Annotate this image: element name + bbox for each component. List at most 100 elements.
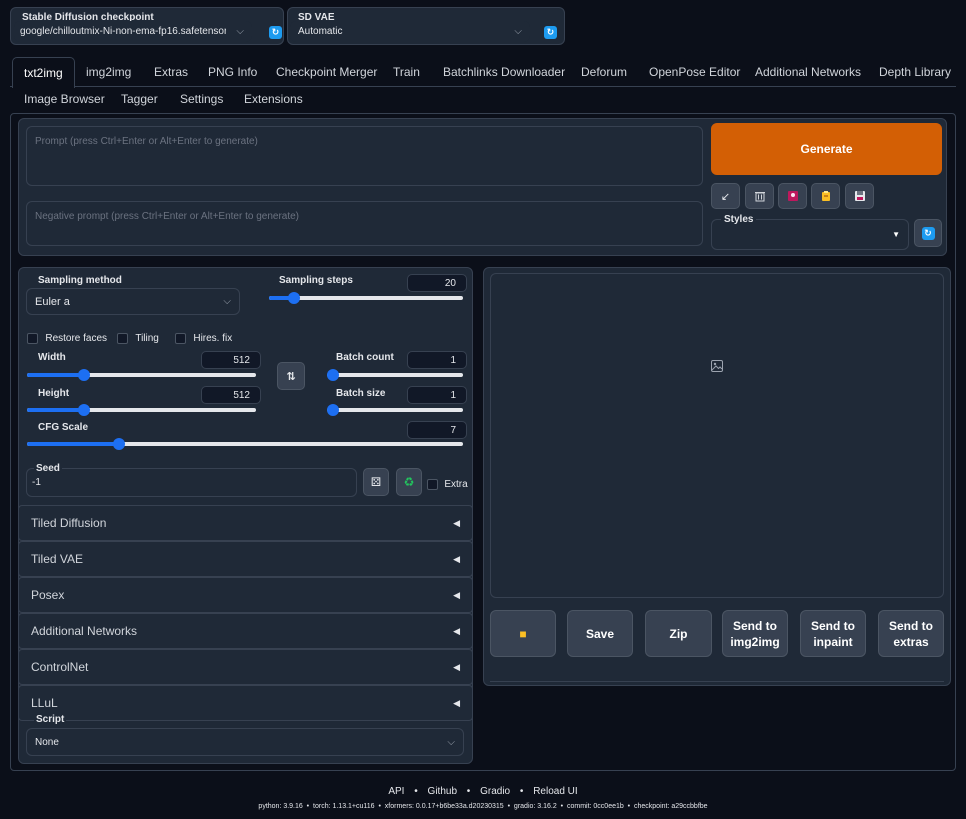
send-to-extras-button[interactable]: Send to extras <box>878 610 944 657</box>
sampling-method-dropdown[interactable]: Euler a ⌵ <box>26 288 240 315</box>
tab-img2img[interactable]: img2img <box>86 65 131 79</box>
hires-fix-checkbox[interactable]: Hires. fix <box>175 331 232 345</box>
seed-label: Seed <box>34 463 62 474</box>
seed-value: -1 <box>32 477 41 488</box>
prompt-input[interactable]: Prompt (press Ctrl+Enter or Alt+Enter to… <box>26 126 703 186</box>
width-slider[interactable] <box>27 369 256 381</box>
script-dropdown[interactable]: None ⌵ <box>26 728 464 756</box>
batch-size-input[interactable]: 1 <box>407 386 467 404</box>
extra-seed-box <box>427 479 438 491</box>
refresh-styles-button[interactable]: ↻ <box>914 219 942 247</box>
send-to-img2img-line1: Send to <box>733 618 777 633</box>
footer-link-api[interactable]: API <box>388 786 404 797</box>
tiling-checkbox[interactable]: Tiling <box>117 331 159 345</box>
accordion-label: Tiled Diffusion <box>31 516 107 530</box>
send-to-extras-line1: Send to <box>889 618 933 633</box>
accordion-label: Additional Networks <box>31 624 138 638</box>
batch-count-slider[interactable] <box>327 369 463 381</box>
footer-link-reload-ui[interactable]: Reload UI <box>533 786 577 797</box>
cfg-scale-input[interactable]: 7 <box>407 421 467 439</box>
footer-link-gradio[interactable]: Gradio <box>480 786 510 797</box>
tab-checkpoint-merger[interactable]: Checkpoint Merger <box>276 65 377 79</box>
random-seed-button[interactable]: ⚄ <box>363 468 389 496</box>
refresh-checkpoint-icon[interactable]: ↻ <box>269 26 282 39</box>
save-button[interactable]: Save <box>567 610 633 657</box>
accordion-label: Tiled VAE <box>31 552 84 566</box>
checkpoint-dropdown[interactable]: google/chilloutmix-Ni-non-ema-fp16.safet… <box>14 21 252 42</box>
accordion-tiled-diffusion[interactable]: Tiled Diffusion ◀ <box>18 505 473 541</box>
accordion-controlnet[interactable]: ControlNet ◀ <box>18 649 473 685</box>
refresh-vae-icon[interactable]: ↻ <box>544 26 557 39</box>
tab-depth-library[interactable]: Depth Library <box>879 65 951 79</box>
sampling-method-label: Sampling method <box>38 275 122 286</box>
footer-separator: • <box>519 786 524 797</box>
vae-dropdown[interactable]: Automatic ⌵ <box>290 21 530 42</box>
tab-bar-line <box>10 86 956 87</box>
tab-txt2img[interactable]: txt2img <box>12 57 75 88</box>
sampling-steps-input[interactable]: 20 <box>407 274 467 292</box>
accordion-llul[interactable]: LLuL ◀ <box>18 685 473 721</box>
zip-button[interactable]: Zip <box>645 610 712 657</box>
tab-image-browser[interactable]: Image Browser <box>24 92 105 106</box>
accordion-additional-networks[interactable]: Additional Networks ◀ <box>18 613 473 649</box>
arrow-icon: ↙ <box>720 190 731 203</box>
tab-tagger[interactable]: Tagger <box>121 92 158 106</box>
tiling-box <box>117 333 128 345</box>
tab-extensions[interactable]: Extensions <box>244 92 303 106</box>
tab-batchlinks-downloader[interactable]: Batchlinks Downloader <box>443 65 565 79</box>
clipboard-icon <box>821 191 830 201</box>
extra-seed-checkbox[interactable]: Extra <box>427 477 468 491</box>
batch-size-slider[interactable] <box>327 404 463 416</box>
chevron-down-icon: ⌵ <box>236 26 244 37</box>
chevron-down-icon: ⌵ <box>514 26 522 37</box>
extra-networks-button[interactable] <box>778 183 807 209</box>
open-folder-button[interactable]: ■ <box>490 610 556 657</box>
folder-icon: ■ <box>519 626 527 641</box>
negative-prompt-input[interactable]: Negative prompt (press Ctrl+Enter or Alt… <box>26 201 703 246</box>
footer-link-github[interactable]: Github <box>428 786 457 797</box>
tab-extras[interactable]: Extras <box>154 65 188 79</box>
swap-dimensions-button[interactable]: ⇅ <box>277 362 305 390</box>
accordion-posex[interactable]: Posex ◀ <box>18 577 473 613</box>
tab-train[interactable]: Train <box>393 65 420 79</box>
image-placeholder-icon <box>711 360 723 372</box>
restore-faces-checkbox[interactable]: Restore faces <box>27 331 107 345</box>
triangle-left-icon: ◀ <box>453 661 460 672</box>
sampling-steps-slider[interactable] <box>269 292 463 304</box>
triangle-down-icon: ▼ <box>892 230 900 239</box>
cfg-scale-slider[interactable] <box>27 438 463 450</box>
tab-png-info[interactable]: PNG Info <box>208 65 257 79</box>
sampling-steps-label: Sampling steps <box>279 275 353 286</box>
output-info-divider <box>490 681 944 682</box>
reuse-seed-button[interactable]: ♻ <box>396 468 422 496</box>
script-label: Script <box>34 714 67 725</box>
generate-button[interactable]: Generate <box>711 123 942 175</box>
triangle-left-icon: ◀ <box>453 589 460 600</box>
picture-card-icon <box>787 191 798 201</box>
apply-style-button[interactable] <box>811 183 840 209</box>
tab-openpose-editor[interactable]: OpenPose Editor <box>649 65 740 79</box>
output-gallery[interactable] <box>490 273 944 598</box>
tab-deforum[interactable]: Deforum <box>581 65 627 79</box>
seed-input[interactable]: -1 <box>26 468 357 497</box>
save-style-button[interactable] <box>845 183 874 209</box>
accordion-tiled-vae[interactable]: Tiled VAE ◀ <box>18 541 473 577</box>
clear-prompt-button[interactable] <box>745 183 774 209</box>
batch-count-input[interactable]: 1 <box>407 351 467 369</box>
tab-settings[interactable]: Settings <box>180 92 223 106</box>
send-to-inpaint-line1: Send to <box>811 618 855 633</box>
trash-icon <box>754 192 765 202</box>
dice-icon: ⚄ <box>370 475 382 489</box>
height-input[interactable]: 512 <box>201 386 261 404</box>
styles-label: Styles <box>721 214 757 225</box>
width-input[interactable]: 512 <box>201 351 261 369</box>
footer-version-info: python: 3.9.16 • torch: 1.13.1+cu116 • x… <box>258 803 708 810</box>
send-to-img2img-button[interactable]: Send to img2img <box>722 610 788 657</box>
send-to-inpaint-button[interactable]: Send to inpaint <box>800 610 866 657</box>
sampling-method-value: Euler a <box>35 295 70 308</box>
width-label: Width <box>38 352 66 363</box>
tab-additional-networks[interactable]: Additional Networks <box>755 65 861 79</box>
script-value: None <box>35 736 59 748</box>
height-slider[interactable] <box>27 404 256 416</box>
read-params-button[interactable]: ↙ <box>711 183 740 209</box>
